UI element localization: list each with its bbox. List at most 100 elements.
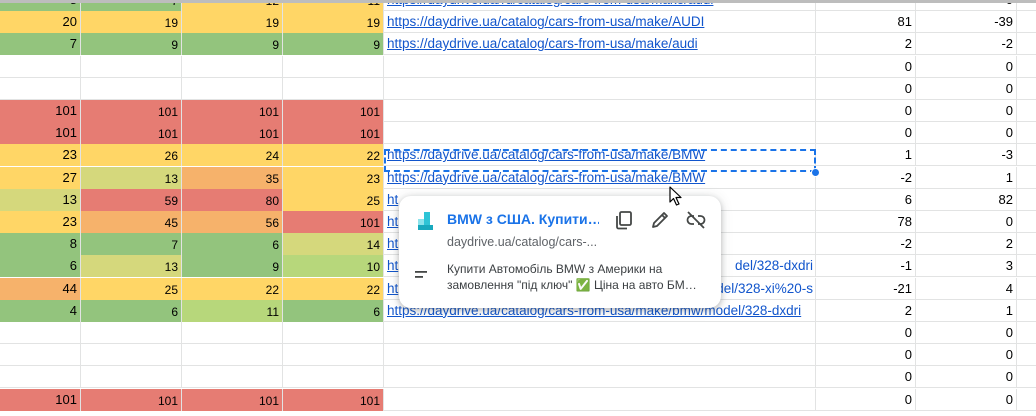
cell-col-3[interactable] — [283, 55, 384, 78]
cell-col-0[interactable]: 27 — [0, 166, 81, 189]
cell-col-1[interactable]: 45 — [81, 211, 182, 233]
cell-col-6[interactable]: 0 — [916, 366, 1017, 389]
cell-col-0[interactable]: 13 — [0, 188, 81, 211]
cell-col-2[interactable]: 22 — [182, 277, 283, 300]
url-link[interactable]: ht — [387, 281, 398, 296]
cell-col-0[interactable] — [0, 77, 81, 100]
cell-col-3[interactable] — [283, 344, 384, 367]
cell-col-1[interactable]: 19 — [81, 11, 182, 34]
cell-col-0[interactable]: 6 — [0, 255, 81, 278]
cell-col-6[interactable]: 2 — [916, 233, 1017, 256]
cell-col-7[interactable] — [1017, 122, 1036, 144]
url-cell[interactable] — [384, 55, 816, 78]
cell-col-5[interactable]: 0 — [816, 344, 916, 367]
url-link-tail[interactable]: del/328-dxdri — [735, 255, 813, 277]
cell-col-6[interactable]: 0 — [916, 344, 1017, 367]
cell-col-5[interactable]: -21 — [816, 277, 916, 300]
cell-col-2[interactable]: 9 — [182, 255, 283, 278]
cell-col-5[interactable]: 0 — [816, 366, 916, 389]
cell-col-0[interactable] — [0, 322, 81, 344]
cell-col-6[interactable]: 4 — [916, 277, 1017, 300]
cell-col-5[interactable]: 0 — [816, 55, 916, 78]
cell-col-6[interactable]: 1 — [916, 166, 1017, 189]
cell-col-5[interactable]: 0 — [816, 322, 916, 344]
cell-col-6[interactable]: 3 — [916, 255, 1017, 278]
url-link[interactable]: ht — [387, 214, 398, 229]
cell-col-5[interactable]: -2 — [816, 166, 916, 189]
cell-col-1[interactable]: 13 — [81, 255, 182, 278]
cell-col-6[interactable]: 0 — [916, 122, 1017, 145]
cell-col-7[interactable] — [1017, 300, 1036, 322]
cell-col-7[interactable] — [1017, 56, 1036, 78]
cell-col-7[interactable] — [1017, 167, 1036, 189]
cell-col-3[interactable]: 101 — [283, 211, 384, 233]
cell-col-5[interactable]: 0 — [816, 77, 916, 100]
unlink-icon[interactable] — [684, 208, 708, 232]
cell-col-7[interactable] — [1017, 11, 1036, 33]
cell-col-2[interactable]: 35 — [182, 166, 283, 189]
cell-col-6[interactable]: 1 — [916, 299, 1017, 322]
cell-col-0[interactable]: 101 — [0, 122, 81, 145]
cell-col-1[interactable]: 101 — [81, 388, 182, 411]
cell-col-6[interactable]: -3 — [916, 144, 1017, 167]
cell-col-1[interactable] — [81, 77, 182, 100]
cell-col-7[interactable] — [1017, 366, 1036, 388]
cell-col-7[interactable] — [1017, 78, 1036, 100]
cell-col-5[interactable]: 78 — [816, 211, 916, 233]
cell-col-3[interactable]: 9 — [283, 33, 384, 56]
cell-col-5[interactable]: 2 — [816, 299, 916, 322]
cell-col-3[interactable]: 101 — [283, 388, 384, 411]
cell-col-3[interactable]: 19 — [283, 11, 384, 34]
cell-col-3[interactable]: 10 — [283, 255, 384, 278]
link-title[interactable]: BMW з США. Купити… — [447, 211, 599, 227]
cell-col-1[interactable] — [81, 322, 182, 344]
cell-col-5[interactable]: 1 — [816, 144, 916, 167]
cell-col-2[interactable]: 56 — [182, 211, 283, 233]
cell-col-1[interactable]: 9 — [81, 33, 182, 56]
cell-col-6[interactable]: -2 — [916, 33, 1017, 56]
url-link-tail[interactable]: del/328-xi%20-s — [716, 278, 813, 300]
cell-col-1[interactable]: 101 — [81, 100, 182, 122]
cell-col-7[interactable] — [1017, 389, 1036, 411]
cell-col-7[interactable] — [1017, 278, 1036, 300]
cell-col-5[interactable]: 6 — [816, 188, 916, 211]
cell-col-6[interactable]: 0 — [916, 55, 1017, 78]
cell-col-2[interactable]: 6 — [182, 233, 283, 256]
url-cell[interactable] — [384, 122, 816, 145]
cell-col-3[interactable]: 22 — [283, 277, 384, 300]
cell-col-5[interactable]: -2 — [816, 233, 916, 256]
cell-col-1[interactable]: 6 — [81, 299, 182, 322]
url-cell[interactable] — [384, 322, 816, 344]
cell-col-6[interactable]: 0 — [916, 100, 1017, 122]
cell-col-0[interactable] — [0, 366, 81, 389]
cell-col-7[interactable] — [1017, 144, 1036, 166]
cell-col-6[interactable]: 0 — [916, 211, 1017, 233]
cell-col-5[interactable]: 0 — [816, 122, 916, 145]
cell-col-0[interactable]: 23 — [0, 144, 81, 167]
cell-col-3[interactable] — [283, 322, 384, 344]
cell-col-3[interactable]: 101 — [283, 100, 384, 122]
cell-col-2[interactable]: 11 — [182, 299, 283, 322]
cell-col-2[interactable] — [182, 344, 283, 367]
url-link[interactable]: https://daydrive.ua/catalog/cars-from-us… — [387, 14, 704, 29]
cell-col-2[interactable]: 101 — [182, 100, 283, 122]
cell-col-7[interactable] — [1017, 211, 1036, 233]
pencil-icon[interactable] — [648, 208, 672, 232]
cell-col-3[interactable] — [283, 77, 384, 100]
url-link[interactable]: https://daydrive.ua/catalog/cars-from-us… — [387, 36, 698, 51]
cell-col-2[interactable]: 9 — [182, 33, 283, 56]
cell-col-2[interactable] — [182, 55, 283, 78]
cell-col-6[interactable]: 0 — [916, 77, 1017, 100]
cell-col-0[interactable] — [0, 344, 81, 367]
cell-col-1[interactable]: 13 — [81, 166, 182, 189]
cell-col-2[interactable] — [182, 77, 283, 100]
url-cell[interactable]: https://daydrive.ua/catalog/cars-from-us… — [384, 33, 816, 56]
cell-col-1[interactable]: 59 — [81, 188, 182, 211]
cell-col-1[interactable] — [81, 55, 182, 78]
cell-col-7[interactable] — [1017, 344, 1036, 366]
url-cell[interactable] — [384, 77, 816, 100]
cell-col-5[interactable]: 2 — [816, 33, 916, 56]
cell-col-0[interactable]: 101 — [0, 388, 81, 411]
cell-col-6[interactable]: 0 — [916, 388, 1017, 411]
cell-col-7[interactable] — [1017, 189, 1036, 211]
